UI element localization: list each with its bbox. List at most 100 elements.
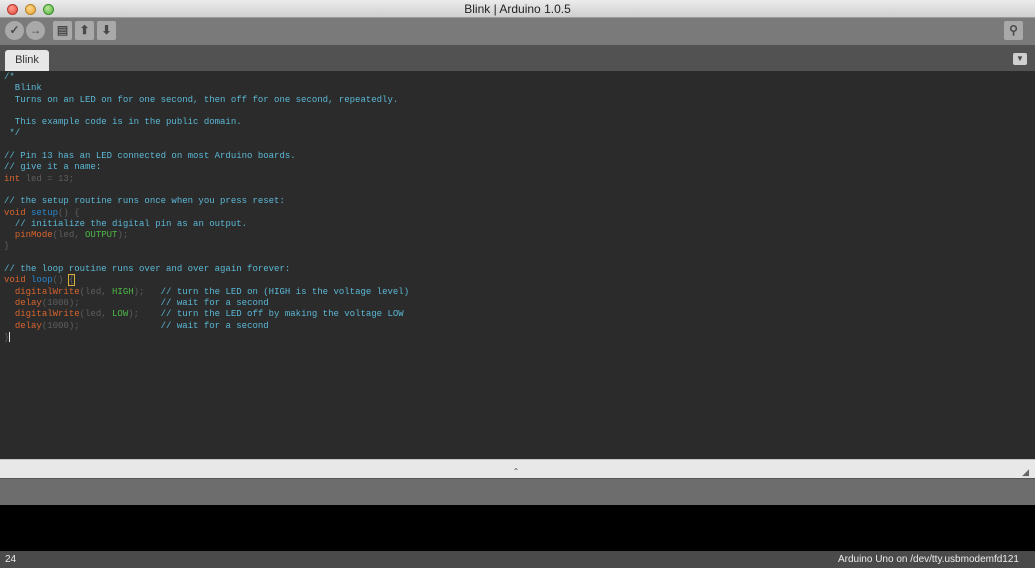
- toolbar: ✓ → ▤ ⬆ ⬇ ⚲: [0, 18, 1035, 45]
- code-line[interactable]: // Pin 13 has an LED connected on most A…: [4, 151, 409, 162]
- code-token: () {: [58, 207, 80, 218]
- code-text[interactable]: /* Blink Turns on an LED on for one seco…: [4, 72, 409, 343]
- code-token: digitalWrite: [14, 286, 80, 297]
- code-token: pinMode: [14, 230, 53, 241]
- code-token: // the loop routine runs over and over a…: [4, 264, 291, 275]
- line-number: 24: [5, 554, 17, 565]
- code-token: // give it a name:: [4, 162, 102, 173]
- code-token: // wait for a second: [160, 297, 269, 308]
- arrow-right-icon: →: [29, 23, 42, 37]
- code-line[interactable]: delay(1000); // wait for a second: [4, 321, 409, 332]
- code-token: // turn the LED off by making the voltag…: [160, 309, 404, 320]
- resize-corner-icon: ◢: [1022, 467, 1029, 477]
- code-token: (led,: [79, 286, 113, 297]
- code-token: // Pin 13 has an LED connected on most A…: [4, 151, 296, 162]
- code-token: // wait for a second: [160, 320, 269, 331]
- code-line[interactable]: // the setup routine runs once when you …: [4, 196, 409, 207]
- code-line[interactable]: }: [4, 241, 409, 252]
- code-line[interactable]: [4, 185, 409, 196]
- code-token: Turns on an LED on for one second, then …: [4, 94, 399, 105]
- code-token: (led,: [79, 309, 113, 320]
- code-token: (): [52, 275, 69, 286]
- code-line[interactable]: [4, 253, 409, 264]
- code-token: (1000);: [41, 320, 161, 331]
- code-token: delay: [14, 320, 42, 331]
- code-token: // initialize the digital pin as an outp…: [14, 218, 248, 229]
- editor-console-divider[interactable]: ⌃ ◢: [0, 459, 1035, 478]
- arrow-up-icon: ⬆: [79, 23, 90, 37]
- code-token: loop: [31, 275, 53, 286]
- tab-bar: Blink ▼: [0, 45, 1035, 71]
- close-window-button[interactable]: [7, 4, 18, 15]
- upload-button[interactable]: →: [26, 21, 45, 40]
- open-sketch-button[interactable]: ⬆: [75, 21, 94, 40]
- code-line[interactable]: This example code is in the public domai…: [4, 117, 409, 128]
- code-token: HIGH: [112, 286, 134, 297]
- minimize-window-button[interactable]: [25, 4, 36, 15]
- checkmark-icon: ✓: [9, 23, 20, 37]
- code-line[interactable]: Turns on an LED on for one second, then …: [4, 95, 409, 106]
- tab-label: Blink: [15, 54, 39, 66]
- code-token: led = 13;: [20, 173, 75, 184]
- code-token: void: [4, 275, 26, 286]
- code-token: int: [4, 173, 21, 184]
- code-line[interactable]: */: [4, 128, 409, 139]
- tab-blink[interactable]: Blink: [5, 50, 49, 71]
- board-port-label: Arduino Uno on /dev/tty.usbmodemfd121: [837, 554, 1019, 565]
- code-token: // the setup routine runs once when you …: [4, 196, 285, 207]
- code-token: This example code is in the public domai…: [4, 117, 242, 128]
- verify-button[interactable]: ✓: [5, 21, 24, 40]
- code-line[interactable]: digitalWrite(led, HIGH); // turn the LED…: [4, 287, 409, 298]
- code-token: */: [4, 128, 21, 139]
- save-sketch-button[interactable]: ⬇: [97, 21, 116, 40]
- zoom-window-button[interactable]: [43, 4, 54, 15]
- arrow-down-icon: ⬇: [101, 23, 112, 37]
- new-document-icon: ▤: [56, 23, 69, 37]
- code-line[interactable]: // initialize the digital pin as an outp…: [4, 219, 409, 230]
- code-token: }: [4, 241, 10, 252]
- resize-grip-icon[interactable]: ⌃: [512, 468, 520, 476]
- code-token: void: [4, 207, 26, 218]
- code-line[interactable]: pinMode(led, OUTPUT);: [4, 230, 409, 241]
- code-token: );: [117, 230, 129, 241]
- code-line[interactable]: void setup() {: [4, 208, 409, 219]
- code-line[interactable]: }: [4, 331, 409, 343]
- code-token: LOW: [112, 309, 129, 320]
- code-line[interactable]: /*: [4, 72, 409, 83]
- new-sketch-button[interactable]: ▤: [53, 21, 72, 40]
- code-token: (1000);: [41, 297, 161, 308]
- tab-menu-button[interactable]: ▼: [1013, 53, 1027, 65]
- code-token: );: [133, 286, 161, 297]
- message-area: [0, 478, 1035, 505]
- code-token: setup: [31, 207, 59, 218]
- code-line[interactable]: Blink: [4, 83, 409, 94]
- code-line[interactable]: // give it a name:: [4, 162, 409, 173]
- status-bar: 24 Arduino Uno on /dev/tty.usbmodemfd121: [0, 551, 1035, 568]
- code-token: delay: [14, 297, 42, 308]
- code-line[interactable]: delay(1000); // wait for a second: [4, 298, 409, 309]
- code-token: /*: [4, 72, 15, 82]
- code-line[interactable]: [4, 106, 409, 117]
- code-line[interactable]: void loop() {: [4, 274, 409, 287]
- code-line[interactable]: digitalWrite(led, LOW); // turn the LED …: [4, 309, 409, 320]
- code-token: // turn the LED on (HIGH is the voltage …: [160, 286, 410, 297]
- code-line[interactable]: int led = 13;: [4, 174, 409, 185]
- window-title: Blink | Arduino 1.0.5: [464, 2, 571, 16]
- code-token: Blink: [4, 83, 42, 94]
- code-line[interactable]: [4, 140, 409, 151]
- serial-monitor-button[interactable]: ⚲: [1004, 21, 1023, 40]
- code-line[interactable]: // the loop routine runs over and over a…: [4, 264, 409, 275]
- magnifier-icon: ⚲: [1009, 23, 1018, 37]
- code-token: );: [128, 309, 161, 320]
- code-editor[interactable]: /* Blink Turns on an LED on for one seco…: [0, 71, 1035, 459]
- text-cursor: [9, 331, 11, 342]
- code-token: {: [67, 274, 76, 287]
- code-token: OUTPUT: [85, 230, 118, 241]
- chevron-down-icon: ▼: [1016, 54, 1024, 63]
- console-output: [0, 505, 1035, 551]
